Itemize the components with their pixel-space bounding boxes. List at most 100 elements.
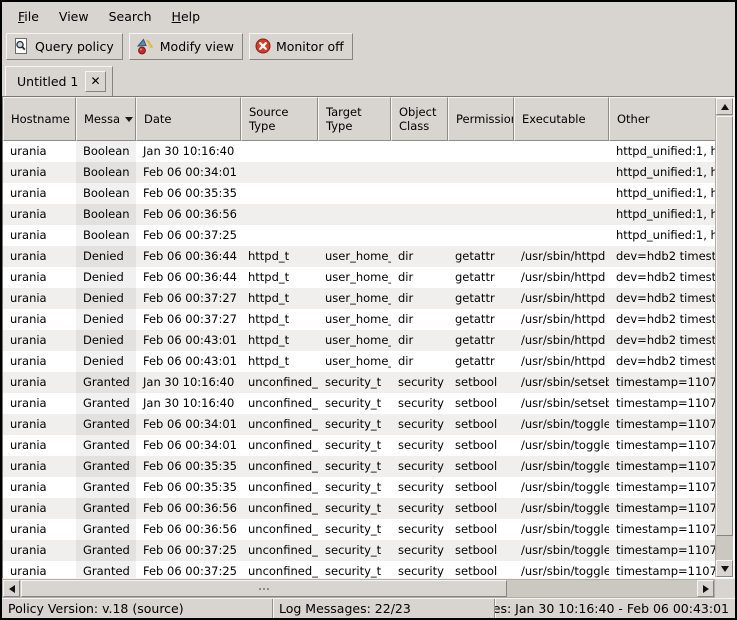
cell-source_type: unconfined_ xyxy=(241,519,318,540)
query-policy-button[interactable]: Query policy xyxy=(6,33,123,60)
table-row[interactable]: uraniaGrantedFeb 06 00:37:25unconfined_s… xyxy=(3,561,716,578)
column-header-date[interactable]: Date xyxy=(136,97,241,141)
cell-object_class: security xyxy=(391,540,448,561)
table-row[interactable]: uraniaGrantedFeb 06 00:36:56unconfined_s… xyxy=(3,519,716,540)
table-row[interactable]: uraniaGrantedFeb 06 00:35:35unconfined_s… xyxy=(3,477,716,498)
column-header-message[interactable]: Messa xyxy=(76,97,136,141)
tab-close-button[interactable]: ✕ xyxy=(85,71,106,92)
cell-permission xyxy=(448,141,514,162)
cell-executable xyxy=(514,225,609,246)
cell-hostname: urania xyxy=(3,225,76,246)
column-header-target_type[interactable]: Target Type xyxy=(318,97,391,141)
cell-message: Granted xyxy=(76,393,136,414)
horizontal-scrollbar[interactable] xyxy=(2,579,715,598)
table-row[interactable]: uraniaDeniedFeb 06 00:43:01httpd_tuser_h… xyxy=(3,351,716,372)
column-header-hostname[interactable]: Hostname xyxy=(3,97,76,141)
cell-hostname: urania xyxy=(3,246,76,267)
cell-other: httpd_unified:1, h xyxy=(609,162,716,183)
table-row[interactable]: uraniaGrantedJan 30 10:16:40unconfined_s… xyxy=(3,393,716,414)
cell-message: Granted xyxy=(76,456,136,477)
column-header-label: Hostname xyxy=(11,112,70,126)
table-row[interactable]: uraniaBooleanFeb 06 00:37:25httpd_unifie… xyxy=(3,225,716,246)
scroll-up-button[interactable] xyxy=(716,98,733,115)
cell-executable: /usr/sbin/setseb xyxy=(514,372,609,393)
vertical-scrollbar[interactable] xyxy=(715,98,733,577)
menu-view[interactable]: View xyxy=(49,5,99,28)
vertical-scrollbar-thumb[interactable] xyxy=(716,116,733,536)
modify-view-icon xyxy=(135,36,155,56)
cell-target_type: user_home_ xyxy=(318,246,391,267)
monitor-off-button[interactable]: Monitor off xyxy=(249,33,353,60)
column-header-source_type[interactable]: Source Type xyxy=(241,97,318,141)
table-row[interactable]: uraniaDeniedFeb 06 00:37:27httpd_tuser_h… xyxy=(3,309,716,330)
table-row[interactable]: uraniaGrantedFeb 06 00:37:25unconfined_s… xyxy=(3,540,716,561)
scroll-down-button[interactable] xyxy=(716,560,733,577)
cell-date: Feb 06 00:35:35 xyxy=(136,477,241,498)
cell-other: timestamp=11076 xyxy=(609,477,716,498)
menu-file[interactable]: File xyxy=(8,5,49,28)
column-header-object_class[interactable]: Object Class xyxy=(391,97,448,141)
table-row[interactable]: uraniaGrantedFeb 06 00:34:01unconfined_s… xyxy=(3,414,716,435)
cell-executable: /usr/sbin/toggle xyxy=(514,561,609,578)
table-row[interactable]: uraniaGrantedFeb 06 00:34:01unconfined_s… xyxy=(3,435,716,456)
cell-message: Granted xyxy=(76,477,136,498)
tab-untitled-1[interactable]: Untitled 1 ✕ xyxy=(5,66,113,96)
scroll-left-button[interactable] xyxy=(3,580,20,597)
cell-other: timestamp=11071 xyxy=(609,372,716,393)
cell-date: Jan 30 10:16:40 xyxy=(136,393,241,414)
cell-permission xyxy=(448,183,514,204)
table-row[interactable]: uraniaBooleanFeb 06 00:35:35httpd_unifie… xyxy=(3,183,716,204)
table-row[interactable]: uraniaDeniedFeb 06 00:43:01httpd_tuser_h… xyxy=(3,330,716,351)
cell-message: Granted xyxy=(76,561,136,578)
table-row[interactable]: uraniaDeniedFeb 06 00:36:44httpd_tuser_h… xyxy=(3,267,716,288)
scroll-right-button[interactable] xyxy=(697,580,714,597)
cell-date: Feb 06 00:34:01 xyxy=(136,414,241,435)
table-row[interactable]: uraniaBooleanFeb 06 00:34:01httpd_unifie… xyxy=(3,162,716,183)
table-row[interactable]: uraniaGrantedFeb 06 00:35:35unconfined_s… xyxy=(3,456,716,477)
cell-permission: setbool xyxy=(448,456,514,477)
close-icon: ✕ xyxy=(90,74,100,88)
cell-source_type: unconfined_ xyxy=(241,477,318,498)
cell-target_type: security_t xyxy=(318,372,391,393)
cell-message: Denied xyxy=(76,246,136,267)
cell-object_class: security xyxy=(391,435,448,456)
cell-hostname: urania xyxy=(3,498,76,519)
cell-permission: setbool xyxy=(448,498,514,519)
status-bar: Policy Version: v.18 (source) Log Messag… xyxy=(2,598,735,618)
table-header: HostnameMessaDateSource TypeTarget TypeO… xyxy=(3,97,716,141)
table-body: uraniaBooleanJan 30 10:16:40httpd_unifie… xyxy=(3,141,716,578)
cell-permission: getattr xyxy=(448,267,514,288)
menu-search[interactable]: Search xyxy=(99,5,162,28)
cell-message: Granted xyxy=(76,372,136,393)
menu-help[interactable]: Help xyxy=(162,5,211,28)
cell-executable: /usr/sbin/toggle xyxy=(514,498,609,519)
table-row[interactable]: uraniaBooleanFeb 06 00:36:56httpd_unifie… xyxy=(3,204,716,225)
column-header-executable[interactable]: Executable xyxy=(514,97,609,141)
cell-source_type: unconfined_ xyxy=(241,372,318,393)
cell-object_class: security xyxy=(391,477,448,498)
table-row[interactable]: uraniaGrantedJan 30 10:16:40unconfined_s… xyxy=(3,372,716,393)
cell-object_class: security xyxy=(391,372,448,393)
cell-hostname: urania xyxy=(3,309,76,330)
cell-executable xyxy=(514,183,609,204)
query-policy-icon xyxy=(12,37,30,55)
cell-hostname: urania xyxy=(3,351,76,372)
cell-permission: getattr xyxy=(448,330,514,351)
cell-object_class xyxy=(391,225,448,246)
table-row[interactable]: uraniaDeniedFeb 06 00:37:27httpd_tuser_h… xyxy=(3,288,716,309)
cell-message: Denied xyxy=(76,351,136,372)
table-row[interactable]: uraniaBooleanJan 30 10:16:40httpd_unifie… xyxy=(3,141,716,162)
column-header-other[interactable]: Other xyxy=(609,97,716,141)
table-row[interactable]: uraniaGrantedFeb 06 00:36:56unconfined_s… xyxy=(3,498,716,519)
cell-permission: setbool xyxy=(448,393,514,414)
column-header-permission[interactable]: Permission xyxy=(448,97,514,141)
cell-hostname: urania xyxy=(3,414,76,435)
horizontal-scrollbar-thumb[interactable] xyxy=(21,580,507,597)
cell-permission xyxy=(448,225,514,246)
cell-other: dev=hdb2 timesta xyxy=(609,330,716,351)
modify-view-button[interactable]: Modify view xyxy=(129,33,243,60)
sort-descending-icon xyxy=(125,117,133,122)
cell-executable xyxy=(514,141,609,162)
table-row[interactable]: uraniaDeniedFeb 06 00:36:44httpd_tuser_h… xyxy=(3,246,716,267)
cell-other: httpd_unified:1, h xyxy=(609,225,716,246)
